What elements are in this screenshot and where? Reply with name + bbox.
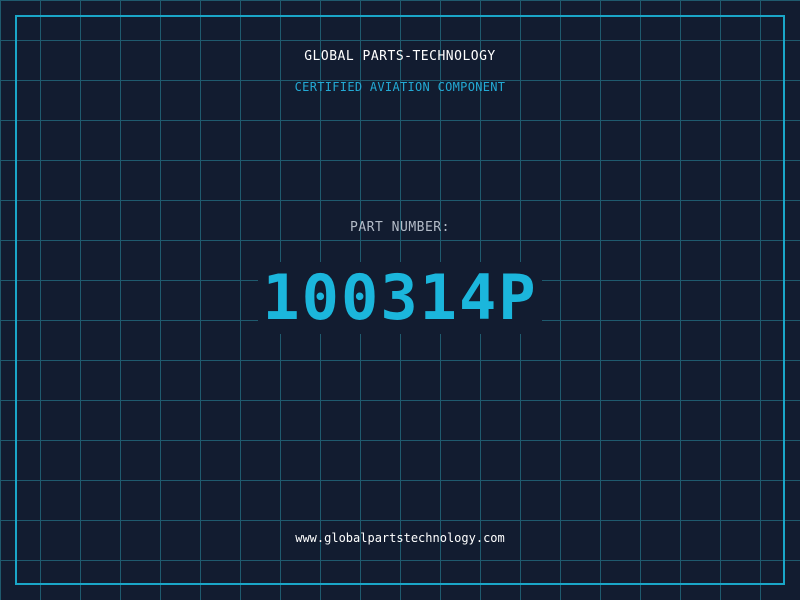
website-url: www.globalpartstechnology.com	[295, 531, 505, 545]
brand-subtitle: CERTIFIED AVIATION COMPONENT	[294, 80, 506, 94]
part-number-container: 100314P	[0, 262, 800, 334]
part-number-value: 100314P	[258, 262, 542, 334]
label-card: { "header": { "brand": "GLOBAL PARTS-TEC…	[0, 0, 800, 600]
part-number-label: PART NUMBER:	[350, 220, 450, 235]
brand-title: GLOBAL PARTS-TECHNOLOGY	[304, 49, 496, 64]
